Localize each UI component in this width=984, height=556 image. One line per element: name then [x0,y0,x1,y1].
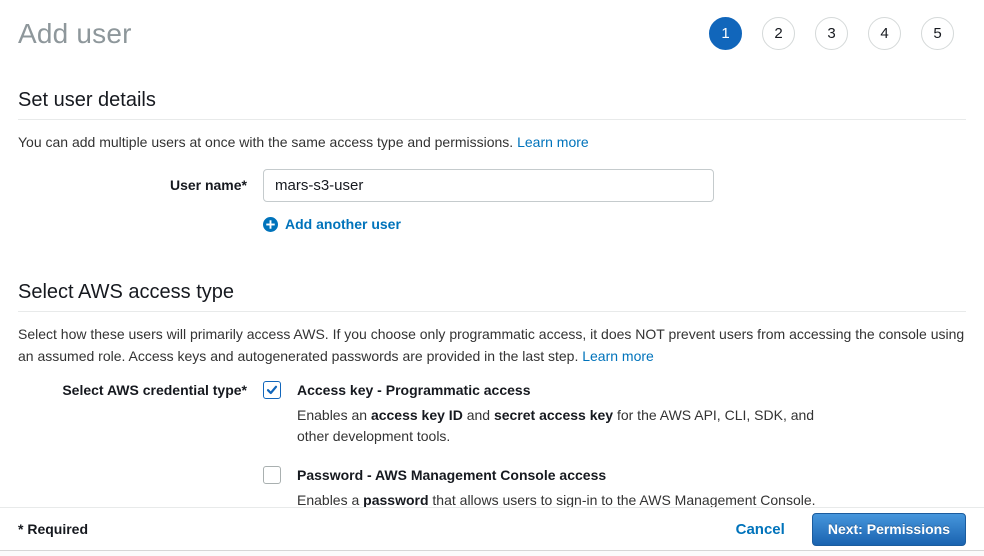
desc-text: that allows users to sign-in to the AWS … [429,492,816,508]
page-bottom-edge [0,550,984,556]
learn-more-link-user-details[interactable]: Learn more [517,134,589,150]
section-heading-access-type: Select AWS access type [18,281,966,304]
access-key-option-description: Enables an access key ID and secret acce… [297,405,849,447]
step-1-indicator: 1 [709,17,742,50]
desc-text: and [463,407,494,423]
access-type-description-text: Select how these users will primarily ac… [18,326,964,364]
credential-type-row: Select AWS credential type* Access key -… [18,381,966,511]
checkmark-icon [266,384,278,396]
desc-text: Enables a [297,492,363,508]
desc-bold-text: password [363,492,428,508]
option-password: Password - AWS Management Console access… [263,466,849,511]
option-access-key: Access key - Programmatic access Enables… [263,381,849,447]
step-5-indicator: 5 [921,17,954,50]
required-note: * Required [18,521,88,537]
step-4-indicator: 4 [868,17,901,50]
footer-actions: Cancel Next: Permissions [736,513,966,546]
desc-bold-text: access key ID [371,407,463,423]
wizard-header: Add user 1 2 3 4 5 [18,0,966,50]
section-user-details: Set user details You can add multiple us… [18,89,966,232]
user-name-input[interactable] [263,169,714,202]
user-details-description-text: You can add multiple users at once with … [18,134,513,150]
password-option-title: Password - AWS Management Console access [297,466,816,483]
access-key-option-title: Access key - Programmatic access [297,381,849,398]
password-checkbox[interactable] [263,466,281,484]
page-title: Add user [18,18,132,50]
section-heading-user-details: Set user details [18,89,966,112]
access-type-description: Select how these users will primarily ac… [18,323,966,367]
plus-circle-icon [263,217,278,232]
step-3-indicator: 3 [815,17,848,50]
user-name-row: User name* [18,169,966,202]
add-another-user-button[interactable]: Add another user [263,216,966,232]
credential-type-label: Select AWS credential type* [18,381,263,511]
password-option-body: Password - AWS Management Console access… [297,466,816,511]
wizard-step-indicator: 1 2 3 4 5 [709,17,954,50]
step-2-indicator: 2 [762,17,795,50]
user-name-label: User name* [18,169,263,202]
wizard-footer: * Required Cancel Next: Permissions [0,507,984,550]
learn-more-link-access-type[interactable]: Learn more [582,348,654,364]
desc-bold-text: secret access key [494,407,613,423]
add-user-page: Add user 1 2 3 4 5 Set user details You … [0,0,984,511]
access-key-checkbox[interactable] [263,381,281,399]
user-details-description: You can add multiple users at once with … [18,131,966,153]
add-another-user-label: Add another user [285,216,401,232]
section-divider [18,119,966,120]
cancel-button[interactable]: Cancel [736,521,785,538]
section-access-type: Select AWS access type Select how these … [18,281,966,511]
desc-text: Enables an [297,407,371,423]
section-divider [18,311,966,312]
access-key-option-body: Access key - Programmatic access Enables… [297,381,849,447]
next-permissions-button[interactable]: Next: Permissions [812,513,966,546]
credential-options: Access key - Programmatic access Enables… [263,381,849,511]
